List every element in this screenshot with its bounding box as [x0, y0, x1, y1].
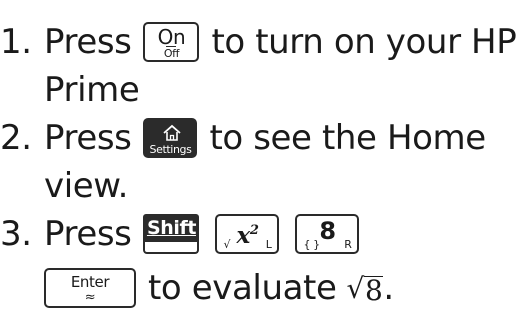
- home-icon: [163, 124, 182, 141]
- braces-shift-label: { }: [303, 238, 320, 251]
- step-1-instruction: to turn on your HP: [211, 22, 517, 62]
- step-3-number: 3.: [0, 214, 32, 254]
- settings-key-label: Settings: [149, 143, 192, 156]
- step-2-continuation: view.: [44, 166, 128, 206]
- enter-key: Enter ≈: [44, 268, 136, 308]
- eight-key: 8 { } R: [295, 214, 360, 254]
- x-squared-key: x2 √ L: [215, 214, 280, 254]
- step-3-instruction: to evaluate: [148, 268, 337, 308]
- trailing-period: .: [383, 268, 394, 308]
- radicand: 8: [363, 273, 384, 307]
- step-2-instruction: to see the Home: [209, 118, 486, 158]
- l-alpha-label: L: [265, 238, 272, 251]
- shift-key: Shift: [143, 214, 200, 254]
- home-key: Settings: [143, 118, 198, 158]
- step-2-press-text: Press: [44, 118, 132, 158]
- step-1-continuation: Prime: [44, 70, 140, 110]
- enter-key-label: Enter: [70, 273, 110, 291]
- on-key: On Off: [143, 22, 200, 62]
- sqrt-shift-label: √: [223, 238, 231, 251]
- off-key-label: Off: [145, 46, 197, 60]
- step-3-press-text: Press: [44, 214, 132, 254]
- step-2-number: 2.: [0, 118, 32, 158]
- step-3-continuation-line: Enter ≈ to evaluate √ 8 .: [0, 260, 394, 316]
- sqrt-8-expression: √ 8: [347, 272, 384, 305]
- instruction-list: 1. Press On Off to turn on your HP Prime…: [0, 0, 524, 324]
- on-key-label: On: [157, 25, 186, 49]
- radical-sign: √: [346, 271, 365, 305]
- approx-key-label: ≈: [84, 290, 96, 305]
- r-alpha-label: R: [344, 238, 352, 251]
- step-1-number: 1.: [0, 22, 32, 62]
- step-3-line: 3. Press Shift x2 √ L 8 { } R: [0, 206, 360, 262]
- step-1-press-text: Press: [44, 22, 132, 62]
- shift-key-label: Shift: [143, 214, 200, 242]
